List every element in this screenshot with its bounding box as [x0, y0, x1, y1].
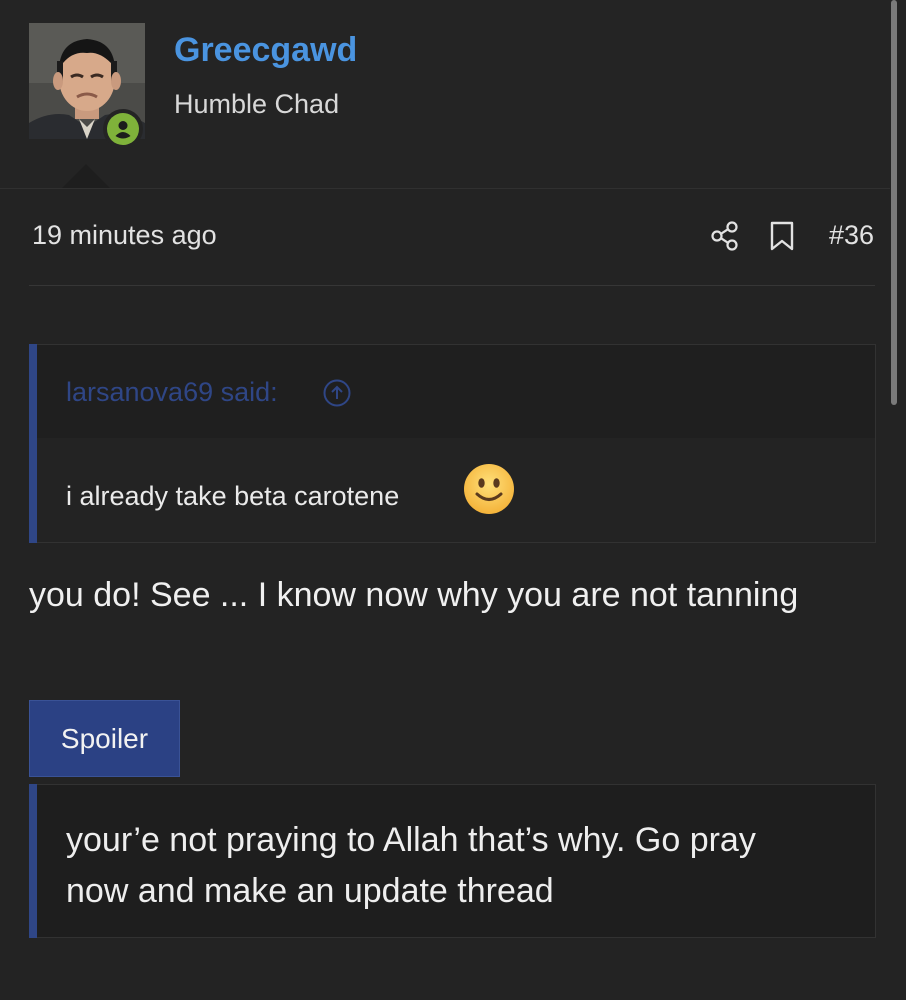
quote-block: larsanova69 said: i already take beta ca… — [29, 344, 876, 543]
post-number-link[interactable]: #36 — [829, 220, 874, 251]
quote-author-link[interactable]: larsanova69 said: — [66, 377, 278, 408]
quote-accent-bar — [29, 344, 37, 543]
share-button[interactable] — [709, 220, 741, 252]
spoiler-button[interactable]: Spoiler — [29, 700, 180, 777]
user-title: Humble Chad — [174, 89, 340, 119]
message-pointer — [62, 164, 110, 188]
spoiler-content: your’e not praying to Allah that’s why. … — [29, 784, 876, 938]
share-icon — [711, 221, 738, 251]
message-text: you do! See ... I know now why you are n… — [29, 576, 799, 614]
spoiler-accent-bar — [29, 784, 37, 938]
quote-text: i already take beta carotene — [66, 481, 400, 511]
spoiler-text: your’e not praying to Allah that’s why. … — [66, 821, 756, 910]
message-timestamp[interactable]: 19 minutes ago — [32, 220, 217, 251]
message-meta: 19 minutes ago #36 — [29, 212, 874, 262]
user-header: Greecgawd Humble Chad — [0, 0, 890, 189]
quote-attribution[interactable]: larsanova69 said: — [30, 345, 875, 438]
quote-jump-button[interactable] — [322, 378, 352, 408]
arrow-up-circle-icon — [323, 379, 351, 407]
scrollbar[interactable] — [891, 0, 897, 405]
online-status-badge — [103, 109, 143, 149]
bookmark-icon — [770, 221, 794, 251]
bookmark-button[interactable] — [767, 220, 797, 252]
username-link[interactable]: Greecgawd — [174, 30, 357, 70]
quote-body: i already take beta carotene — [30, 438, 875, 542]
divider — [29, 285, 875, 286]
slightly-smiling-face-icon — [463, 463, 515, 515]
user-icon — [110, 116, 136, 142]
